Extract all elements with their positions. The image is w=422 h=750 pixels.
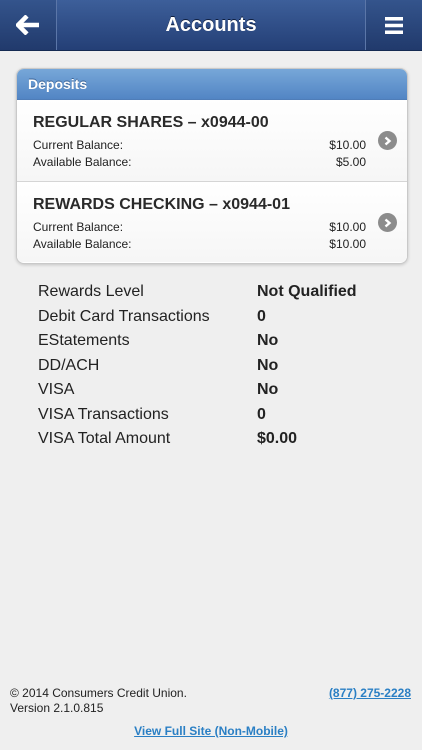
footer-info: © 2014 Consumers Credit Union. Version 2… — [10, 686, 187, 716]
rewards-details-table: Rewards Level Not Qualified Debit Card T… — [38, 282, 398, 454]
visa-label: VISA — [38, 381, 75, 398]
account-row-rewards-checking[interactable]: REWARDS CHECKING – x0944-01 Current Bala… — [17, 181, 407, 262]
version-text: Version 2.1.0.815 — [10, 701, 104, 715]
current-balance-value: $10.00 — [329, 138, 366, 152]
debit-card-transactions-value: 0 — [257, 307, 266, 325]
visa-value: No — [257, 381, 279, 398]
rewards-row: VISA Total Amount $0.00 — [38, 429, 398, 454]
view-full-site-link-text[interactable]: View Full Site (Non-Mobile) — [134, 724, 288, 738]
rewards-row: VISA Transactions 0 — [38, 405, 398, 430]
available-balance-value: $5.00 — [335, 155, 366, 169]
rewards-row: VISA No — [38, 380, 398, 405]
phone-link[interactable]: (877) 275-2228 — [329, 686, 411, 701]
top-nav-bar: Accounts — [0, 0, 422, 51]
current-balance-label: Current Balance: — [33, 138, 124, 152]
visa-transactions-value: 0 — [257, 405, 266, 423]
rewards-row: Debit Card Transactions 0 — [38, 307, 398, 332]
account-name: REWARDS CHECKING – x0944-01 — [33, 196, 290, 213]
visa-total-amount-value: $0.00 — [257, 430, 298, 447]
page-title: Accounts — [165, 14, 257, 36]
estatements-value: No — [257, 332, 279, 349]
back-button[interactable] — [0, 0, 57, 50]
menu-button[interactable] — [365, 0, 422, 50]
rewards-row: DD/ACH No — [38, 356, 398, 381]
debit-card-transactions-label: Debit Card Transactions — [38, 307, 210, 325]
current-balance-value: $10.00 — [329, 220, 366, 234]
chevron-right-icon[interactable] — [378, 131, 397, 150]
account-row-regular-shares[interactable]: REGULAR SHARES – x0944-00 Current Balanc… — [17, 100, 407, 181]
copyright-text: © 2014 Consumers Credit Union. — [10, 686, 187, 700]
deposits-heading: Deposits — [17, 69, 407, 100]
arrow-left-icon — [16, 15, 39, 35]
estatements-label: EStatements — [38, 332, 130, 349]
rewards-row: Rewards Level Not Qualified — [38, 282, 398, 307]
dd-ach-value: No — [257, 356, 279, 374]
chevron-right-icon[interactable] — [378, 213, 397, 232]
view-full-site-link: View Full Site (Non-Mobile) — [0, 724, 422, 738]
current-balance-label: Current Balance: — [33, 220, 124, 234]
available-balance-label: Available Balance: — [33, 155, 132, 169]
deposits-card: Deposits REGULAR SHARES – x0944-00 Curre… — [16, 68, 408, 264]
rewards-level-value: Not Qualified — [257, 283, 357, 300]
available-balance-label: Available Balance: — [33, 237, 132, 251]
available-balance-value: $10.00 — [329, 237, 366, 251]
hamburger-menu-icon — [385, 16, 403, 34]
visa-transactions-label: VISA Transactions — [38, 405, 169, 423]
visa-total-amount-label: VISA Total Amount — [38, 430, 171, 447]
dd-ach-label: DD/ACH — [38, 356, 100, 374]
rewards-level-label: Rewards Level — [38, 283, 144, 300]
account-name: REGULAR SHARES – x0944-00 — [33, 114, 269, 131]
rewards-row: EStatements No — [38, 331, 398, 356]
